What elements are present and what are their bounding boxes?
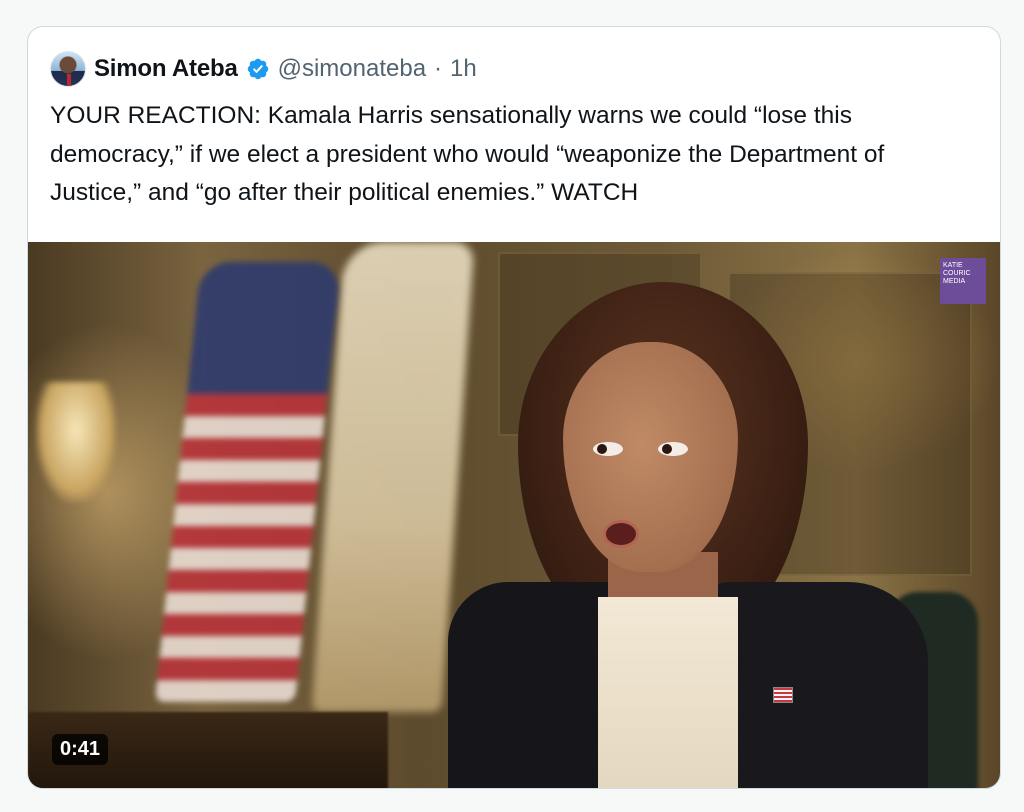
author-avatar[interactable] bbox=[50, 51, 86, 87]
video-player[interactable]: KATIE COURIC MEDIA 0:41 bbox=[28, 242, 1000, 788]
tweet-header: Simon Ateba @simonateba · 1h bbox=[50, 49, 477, 89]
tweet-timestamp[interactable]: 1h bbox=[450, 55, 477, 83]
background-flag-us bbox=[154, 262, 342, 702]
tweet-text: YOUR REACTION: Kamala Harris sensational… bbox=[50, 102, 892, 206]
tweet-card[interactable]: Simon Ateba @simonateba · 1h YOUR REACTI… bbox=[27, 26, 1001, 789]
author-handle[interactable]: @simonateba bbox=[278, 55, 426, 83]
video-duration-badge: 0:41 bbox=[52, 734, 109, 765]
background-lamp bbox=[36, 382, 116, 502]
meta-separator: · bbox=[434, 55, 443, 82]
flag-pin bbox=[773, 687, 793, 703]
video-subject bbox=[448, 282, 928, 788]
verified-badge-icon[interactable] bbox=[246, 57, 270, 81]
video-watermark: KATIE COURIC MEDIA bbox=[940, 258, 986, 304]
author-name[interactable]: Simon Ateba bbox=[94, 55, 238, 83]
